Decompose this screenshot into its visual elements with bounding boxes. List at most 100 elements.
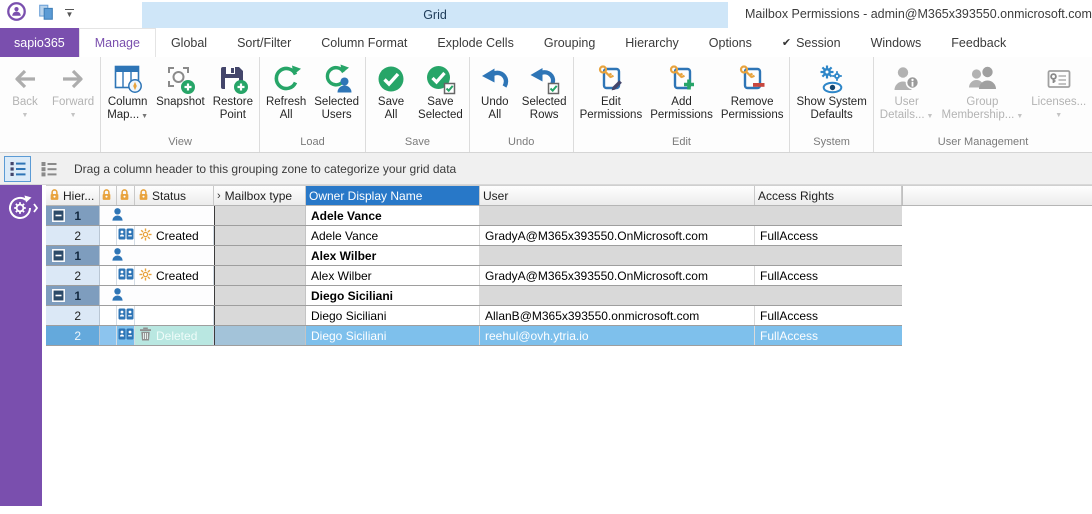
licenses-button[interactable]: Licenses...▼ [1027,59,1090,135]
ribbon-group-undo: UndoAllSelectedRowsUndo [470,57,574,152]
flat-view-toggle-icon[interactable] [35,156,62,182]
data-grid: Hier... Status›Mailbox typeOwner Display … [46,185,1092,346]
user-cell[interactable]: reehul@ovh.ytria.io [480,326,755,345]
restore-point-icon [216,62,250,96]
collapse-expander-icon[interactable] [52,209,65,225]
column-map-label: ColumnMap...▼ [107,96,148,123]
trash-icon [139,327,152,344]
show-system-defaults-button[interactable]: Show SystemDefaults [792,59,870,135]
save-selected-label: SaveSelected [418,96,463,122]
sapio365-logo-icon[interactable] [6,1,27,27]
row-type-cell [100,246,214,265]
edit-permissions-button[interactable]: EditPermissions [576,59,647,135]
tab-feedback[interactable]: Feedback [936,28,1021,57]
automation-sync-icon[interactable] [3,193,41,223]
table-row[interactable]: 1 Alex Wilber [46,246,902,266]
restore-point-button[interactable]: RestorePoint [209,59,257,135]
tab-sort-filter[interactable]: Sort/Filter [222,28,306,57]
grouping-zone-hint[interactable]: Drag a column header to this grouping zo… [74,162,456,176]
access-rights-cell[interactable]: FullAccess [755,266,902,285]
column-header-user[interactable]: User [480,186,755,205]
hierarchy-cell[interactable]: 2 [46,306,100,325]
save-selected-button[interactable]: SaveSelected [414,59,467,135]
status-cell: Created [135,266,214,285]
table-row[interactable]: 2DeletedDiego Sicilianireehul@ovh.ytria.… [46,326,902,346]
column-header-status[interactable]: Status [135,186,214,205]
user-cell[interactable]: AllanB@M365x393550.onmicrosoft.com [480,306,755,325]
undo-all-button[interactable]: UndoAll [472,59,518,135]
refresh-all-button[interactable]: RefreshAll [262,59,310,135]
user-details-label: UserDetails...▼ [880,96,934,123]
tab-label: Manage [95,36,140,50]
collapse-expander-icon[interactable] [52,289,65,305]
column-header-lockB[interactable] [117,186,135,205]
table-row[interactable]: 1 Diego Siciliani [46,286,902,306]
column-map-button[interactable]: ColumnMap...▼ [103,59,152,135]
column-header-hier[interactable]: Hier... [46,186,100,205]
selected-rows-button[interactable]: SelectedRows [518,59,571,135]
group-view-toggle-icon[interactable] [4,156,31,182]
column-header-mailbox[interactable]: ›Mailbox type [214,186,306,205]
tab-label: Explode Cells [437,36,513,50]
column-header-lockA[interactable] [100,186,117,205]
hierarchy-cell[interactable]: 1 [46,206,100,225]
group-membership-button[interactable]: GroupMembership...▼ [937,59,1027,135]
hierarchy-cell[interactable]: 2 [46,326,100,345]
tab-manage[interactable]: Manage [79,28,156,57]
tab-label: Session [796,36,840,50]
collapse-expander-icon[interactable] [52,249,65,265]
hierarchy-cell[interactable]: 2 [46,226,100,245]
owner-display-name-cell[interactable]: Adele Vance [306,206,480,225]
tab-session[interactable]: ✔Session [767,28,856,57]
tab-global[interactable]: Global [156,28,222,57]
access-rights-cell[interactable]: FullAccess [755,226,902,245]
ribbon-group-label: Save [368,135,467,152]
user-cell[interactable]: GradyA@M365x393550.OnMicrosoft.com [480,266,755,285]
column-header-access[interactable]: Access Rights [755,186,902,205]
user-person-icon [110,247,125,265]
selected-users-button[interactable]: SelectedUsers [310,59,363,135]
back-button[interactable]: Back▼ [2,59,48,135]
hierarchy-cell[interactable]: 1 [46,246,100,265]
tab-explode-cells[interactable]: Explode Cells [422,28,528,57]
column-header-owner[interactable]: Owner Display Name [306,186,480,205]
owner-display-name-cell[interactable]: Diego Siciliani [306,326,480,345]
column-header-label: Access Rights [758,189,834,203]
window-title: Mailbox Permissions - admin@M365x393550.… [745,0,1092,28]
table-row[interactable]: 1 Adele Vance [46,206,902,226]
access-rights-cell[interactable]: FullAccess [755,306,902,325]
owner-display-name-cell[interactable]: Alex Wilber [306,246,480,265]
tab-options[interactable]: Options [694,28,767,57]
licenses-label: Licenses... [1031,96,1086,109]
table-row[interactable]: 2CreatedAdele VanceGradyA@M365x393550.On… [46,226,902,246]
ribbon-group-user-management: UserDetails...▼GroupMembership...▼Licens… [874,57,1092,152]
hierarchy-cell[interactable]: 2 [46,266,100,285]
tab-windows[interactable]: Windows [856,28,937,57]
table-row[interactable]: 2 Diego SicilianiAllanB@M365x393550.onmic… [46,306,902,326]
tab-grouping[interactable]: Grouping [529,28,610,57]
group-by-arrow-icon: › [217,190,221,202]
forward-button[interactable]: Forward▼ [48,59,98,135]
access-rights-cell[interactable]: FullAccess [755,326,902,345]
tab-hierarchy[interactable]: Hierarchy [610,28,694,57]
user-details-button[interactable]: UserDetails...▼ [876,59,938,135]
row-type-cell [117,326,135,345]
status-label: Created [156,269,199,283]
owner-display-name-cell[interactable]: Diego Siciliani [306,306,480,325]
quick-access-dropdown-icon[interactable]: ▼ [65,9,74,19]
new-window-icon[interactable] [37,3,55,26]
owner-display-name-cell[interactable]: Diego Siciliani [306,286,480,305]
save-all-button[interactable]: SaveAll [368,59,414,135]
user-cell[interactable]: GradyA@M365x393550.OnMicrosoft.com [480,226,755,245]
remove-permissions-button[interactable]: RemovePermissions [717,59,788,135]
context-tab-group[interactable]: Grid [142,2,728,28]
owner-display-name-cell[interactable]: Adele Vance [306,226,480,245]
snapshot-button[interactable]: Snapshot [152,59,209,135]
tab-sapio365[interactable]: sapio365 [0,28,79,57]
table-row[interactable]: 2 Created Alex WilberGradyA@M365x393550.On… [46,266,902,286]
add-permissions-button[interactable]: AddPermissions [646,59,717,135]
owner-display-name-cell[interactable]: Alex Wilber [306,266,480,285]
hierarchy-cell[interactable]: 1 [46,286,100,305]
group-summary-cell [480,206,902,225]
tab-column-format[interactable]: Column Format [306,28,422,57]
